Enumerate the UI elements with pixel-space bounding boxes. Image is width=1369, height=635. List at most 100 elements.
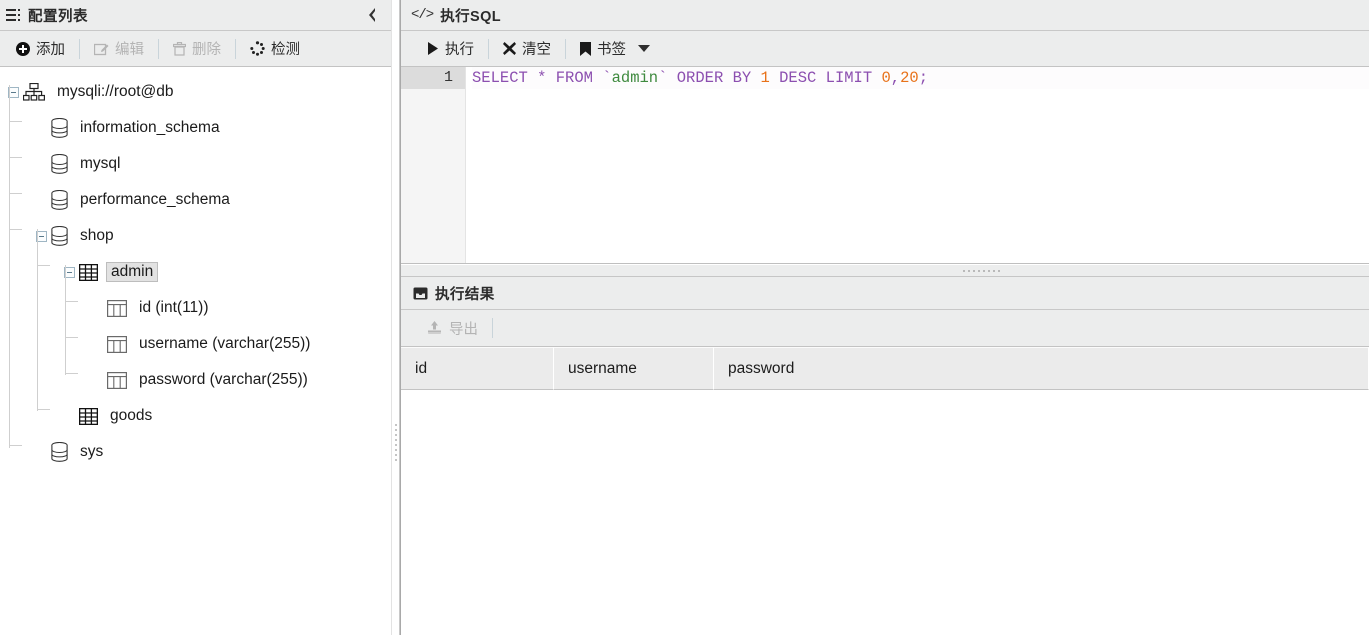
result-panel-header: 执行结果 xyxy=(401,277,1369,310)
line-number: 1 xyxy=(401,67,465,89)
sql-panel-title: 执行SQL xyxy=(440,8,502,25)
tree-node[interactable]: goods xyxy=(4,398,391,434)
database-icon xyxy=(51,442,68,462)
sql-workspace: </> 执行SQL 执行 清空 书签 1 SELECT * FROM `admi… xyxy=(400,0,1369,635)
splitter-grip-icon xyxy=(395,424,397,461)
tree-node[interactable]: id (int(11)) xyxy=(4,290,391,326)
tree-node-label: username (varchar(255)) xyxy=(139,335,311,352)
vertical-splitter[interactable] xyxy=(391,0,400,635)
tree-guide-line xyxy=(9,445,22,446)
code-token-kw: FROM xyxy=(555,69,593,87)
sql-toolbar: 执行 清空 书签 xyxy=(401,31,1369,67)
app-root: 配置列表 添加 编辑 删除 检测 mysqli://root@db inform… xyxy=(0,0,1369,635)
config-list-panel: 配置列表 添加 编辑 删除 检测 mysqli://root@db inform… xyxy=(0,0,391,635)
tree-guide-line xyxy=(9,121,22,122)
delete-button[interactable]: 删除 xyxy=(161,34,233,64)
tree-guide-line xyxy=(37,409,50,410)
code-token-num: 1 xyxy=(760,69,770,87)
code-line: SELECT * FROM `admin` ORDER BY 1 DESC LI… xyxy=(472,67,1369,89)
toolbar-separator xyxy=(565,38,566,59)
code-token-ident: admin xyxy=(611,69,659,87)
tree-node[interactable]: mysql xyxy=(4,146,391,182)
column-icon xyxy=(107,299,127,317)
page-title: 配置列表 xyxy=(28,8,88,25)
tree-guide-line xyxy=(9,157,22,158)
result-grid-header-row: id username password xyxy=(401,347,1369,390)
delete-button-label: 删除 xyxy=(192,42,221,58)
tree-node[interactable]: performance_schema xyxy=(4,182,391,218)
tree-guide-line xyxy=(37,265,50,266)
toolbar-separator xyxy=(158,38,159,59)
edit-button[interactable]: 编辑 xyxy=(82,34,156,64)
chevron-left-icon[interactable] xyxy=(361,3,383,27)
toolbar-separator xyxy=(488,38,489,59)
tree-node[interactable]: mysqli://root@db xyxy=(4,74,391,110)
chevron-down-icon[interactable] xyxy=(638,45,650,52)
plus-circle-icon xyxy=(16,41,30,56)
result-toolbar: 导出 xyxy=(401,310,1369,347)
connection-icon xyxy=(23,83,45,101)
code-token-num: 0 xyxy=(881,69,891,87)
splitter-grip-icon xyxy=(963,270,1000,272)
result-column-header[interactable]: username xyxy=(554,347,714,390)
tree-guide-line xyxy=(9,229,22,230)
result-column-header[interactable]: id xyxy=(401,347,554,390)
code-token-kw: LIMIT xyxy=(825,69,873,87)
database-tree: mysqli://root@db information_schemamysql p… xyxy=(0,67,391,635)
tree-node-label: goods xyxy=(110,407,153,424)
tree-node-label: mysqli://root@db xyxy=(57,83,174,100)
bookmark-icon xyxy=(580,41,591,56)
tree-guide-line xyxy=(65,265,66,375)
add-button-label: 添加 xyxy=(36,42,65,58)
export-button[interactable]: 导出 xyxy=(415,313,490,343)
column-icon xyxy=(107,335,127,353)
code-token-kw: SELECT xyxy=(472,69,528,87)
play-icon xyxy=(427,42,439,55)
edit-pencil-icon xyxy=(94,42,109,56)
database-icon xyxy=(51,226,68,246)
database-icon xyxy=(51,154,68,174)
tree-node[interactable]: shop xyxy=(4,218,391,254)
sql-code-text[interactable]: SELECT * FROM `admin` ORDER BY 1 DESC LI… xyxy=(466,67,1369,263)
tree-node[interactable]: password (varchar(255)) xyxy=(4,362,391,398)
times-icon xyxy=(503,42,516,55)
tree-node-label: mysql xyxy=(80,155,121,172)
sql-editor[interactable]: 1 SELECT * FROM `admin` ORDER BY 1 DESC … xyxy=(401,67,1369,264)
horizontal-splitter[interactable] xyxy=(401,264,1369,277)
tree-node[interactable]: admin xyxy=(4,254,391,290)
add-button[interactable]: 添加 xyxy=(4,34,77,64)
tree-node-label: sys xyxy=(80,443,104,460)
detect-button[interactable]: 检测 xyxy=(238,34,312,64)
execute-button[interactable]: 执行 xyxy=(415,34,486,64)
tree-node-label: performance_schema xyxy=(80,191,230,208)
table-icon xyxy=(79,263,98,281)
detect-button-label: 检测 xyxy=(271,42,300,58)
config-list-toolbar: 添加 编辑 删除 检测 xyxy=(0,31,391,67)
code-tags-icon: </> xyxy=(411,7,434,23)
tree-node[interactable]: information_schema xyxy=(4,110,391,146)
code-token-kw: ORDER xyxy=(676,69,724,87)
list-icon xyxy=(6,8,21,22)
code-token-punc: , xyxy=(890,69,901,87)
clear-button[interactable]: 清空 xyxy=(491,34,563,64)
tree-node[interactable]: username (varchar(255)) xyxy=(4,326,391,362)
tree-guide-line xyxy=(65,373,78,374)
result-panel-title: 执行结果 xyxy=(435,286,495,303)
tree-guide-line xyxy=(65,337,78,338)
tree-node-label: admin xyxy=(106,262,159,282)
edit-button-label: 编辑 xyxy=(115,42,144,58)
result-column-label: username xyxy=(568,359,637,377)
bookmark-button[interactable]: 书签 xyxy=(568,34,662,64)
result-grid: id username password xyxy=(401,347,1369,635)
tree-node[interactable]: sys xyxy=(4,434,391,470)
toolbar-separator xyxy=(79,38,80,59)
table-icon xyxy=(79,407,98,425)
tree-guide-line xyxy=(65,301,78,302)
result-column-header[interactable]: password xyxy=(714,347,1369,390)
result-grid-body xyxy=(401,390,1369,635)
export-button-label: 导出 xyxy=(449,321,478,338)
